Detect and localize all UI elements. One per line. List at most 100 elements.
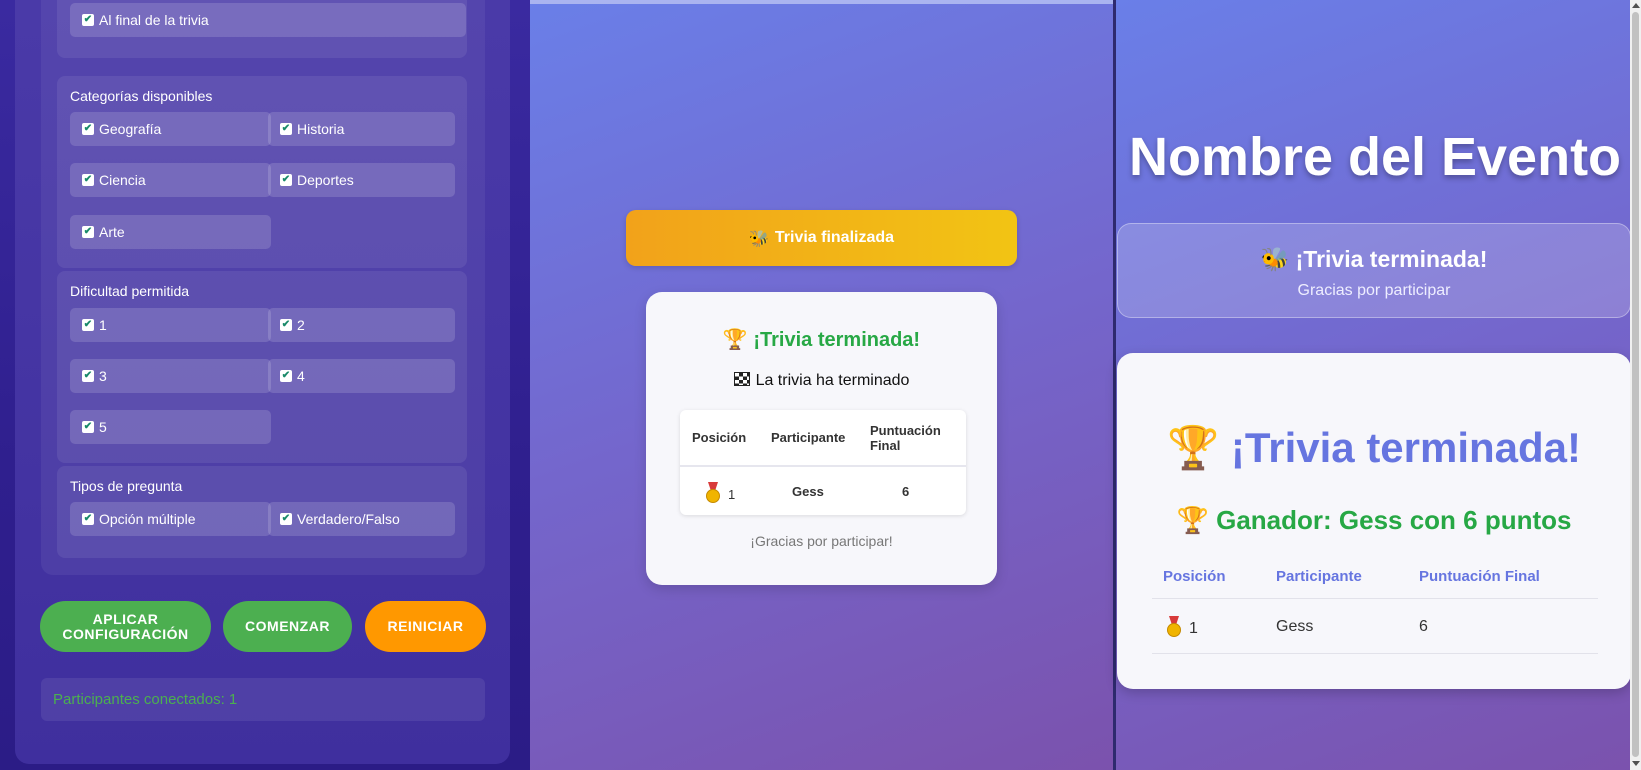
categories-group: Categorías disponibles ✔ Geografía ✔ His…: [57, 76, 467, 268]
banner-title: 🐝 ¡Trivia terminada!: [1118, 246, 1630, 273]
finished-banner-label: Trivia finalizada: [774, 229, 895, 246]
col-header-position: Posición: [692, 430, 747, 445]
apply-config-button[interactable]: APLICAR CONFIGURACIÓN: [40, 601, 211, 652]
checkbox-icon[interactable]: ✔: [82, 319, 94, 331]
admin-panel: ✔ Al final de la trivia Categorías dispo…: [0, 0, 530, 770]
checkbox-icon[interactable]: ✔: [280, 174, 292, 186]
col-header-score: Puntuación Final: [1419, 568, 1540, 585]
checkbox-icon[interactable]: ✔: [82, 421, 94, 433]
trophy-icon: 🏆: [722, 327, 748, 351]
option-label: 2: [297, 317, 305, 333]
connected-participants-status: Participantes conectados: 1: [41, 678, 485, 721]
option-difficulty-3[interactable]: ✔ 3: [70, 359, 271, 393]
winner-line: 🏆 Ganador: Gess con 6 puntos: [1117, 505, 1631, 536]
position-value: 1: [728, 487, 736, 502]
checkbox-icon[interactable]: ✔: [82, 174, 94, 186]
banner-subtitle: Gracias por participar: [1297, 282, 1451, 299]
checkered-flag-icon: [733, 372, 750, 386]
question-types-title: Tipos de pregunta: [70, 478, 183, 494]
medal-icon: [1165, 616, 1183, 638]
option-al-final[interactable]: ✔ Al final de la trivia: [70, 3, 466, 37]
event-name: Nombre del Evento: [1128, 127, 1622, 187]
option-deportes[interactable]: ✔ Deportes: [268, 163, 455, 197]
col-header-participant: Participante: [1276, 568, 1362, 585]
option-difficulty-1[interactable]: ✔ 1: [70, 308, 271, 342]
scroll-down-arrow-icon[interactable]: [1632, 761, 1640, 766]
results-title: 🏆 ¡Trivia terminada!: [646, 327, 997, 352]
scroll-up-arrow-icon[interactable]: [1632, 3, 1640, 8]
option-opcion-multiple[interactable]: ✔ Opción múltiple: [70, 502, 271, 536]
option-verdadero-falso[interactable]: ✔ Verdadero/Falso: [268, 502, 455, 536]
col-header-score-line1: Puntuación: [870, 423, 941, 438]
option-label: Al final de la trivia: [99, 12, 209, 28]
progress-bar: [530, 0, 1113, 4]
option-difficulty-5[interactable]: ✔ 5: [70, 410, 271, 444]
col-header-position: Posición: [1163, 568, 1226, 585]
show-results-group: ✔ Al final de la trivia: [57, 0, 467, 58]
trophy-icon: 🏆: [1166, 423, 1220, 472]
option-ciencia[interactable]: ✔ Ciencia: [70, 163, 271, 197]
final-results-card: 🏆 ¡Trivia terminada! 🏆 Ganador: Gess con…: [1117, 353, 1631, 689]
difficulty-title: Dificultad permitida: [70, 283, 190, 299]
checkbox-icon[interactable]: ✔: [82, 14, 94, 26]
apply-label-line1: APLICAR: [92, 610, 159, 627]
option-label: 5: [99, 419, 107, 435]
option-label: 4: [297, 368, 305, 384]
checkbox-icon[interactable]: ✔: [82, 370, 94, 382]
results-subtitle-text: La trivia ha terminado: [755, 372, 910, 389]
checkbox-icon[interactable]: ✔: [280, 123, 292, 135]
display-view: Nombre del Evento 🐝 ¡Trivia terminada! G…: [1113, 0, 1641, 770]
scrollbar-thumb[interactable]: [1632, 12, 1639, 757]
trivia-finished-banner: 🐝 Trivia finalizada: [626, 210, 1017, 266]
table-row-position: 1: [704, 482, 735, 504]
table-row-participant: Gess: [1276, 618, 1314, 635]
results-table: Posición Participante Puntuación Final 1…: [680, 410, 966, 515]
option-label: 1: [99, 317, 107, 333]
option-difficulty-4[interactable]: ✔ 4: [268, 359, 455, 393]
difficulty-group: Dificultad permitida ✔ 1 ✔ 2 ✔ 3 ✔ 4 ✔ 5: [57, 271, 467, 463]
position-value: 1: [1189, 620, 1198, 637]
reset-button[interactable]: REINICIAR: [365, 601, 486, 652]
option-label: Deportes: [297, 172, 354, 188]
col-header-score: Puntuación Final: [870, 423, 941, 453]
table-row-divider: [1152, 653, 1598, 654]
thanks-message: ¡Gracias por participar!: [750, 533, 893, 549]
trophy-icon: 🏆: [1176, 506, 1209, 536]
checkbox-icon[interactable]: ✔: [82, 513, 94, 525]
window-scrollbar[interactable]: [1630, 0, 1641, 770]
col-header-score-line2: Final: [870, 438, 901, 453]
option-label: Geografía: [99, 121, 162, 137]
banner-title-text: ¡Trivia terminada!: [1295, 246, 1488, 272]
checkbox-icon[interactable]: ✔: [82, 123, 94, 135]
results-card: 🏆 ¡Trivia terminada! La trivia ha termin…: [646, 292, 997, 585]
option-label: Opción múltiple: [99, 511, 196, 527]
option-arte[interactable]: ✔ Arte: [70, 215, 271, 249]
option-label: Verdadero/Falso: [297, 511, 400, 527]
option-geografia[interactable]: ✔ Geografía: [70, 112, 271, 146]
finished-banner: 🐝 ¡Trivia terminada! Gracias por partici…: [1117, 223, 1631, 318]
table-row-position: 1: [1165, 616, 1198, 638]
checkbox-icon[interactable]: ✔: [280, 370, 292, 382]
option-label: Ciencia: [99, 172, 146, 188]
option-difficulty-2[interactable]: ✔ 2: [268, 308, 455, 342]
final-results-title: 🏆 ¡Trivia terminada!: [1117, 423, 1631, 473]
table-row-score: 6: [1419, 618, 1428, 635]
start-button[interactable]: COMENZAR: [223, 601, 352, 652]
table-row-score: 6: [902, 484, 910, 499]
col-header-participant: Participante: [771, 430, 846, 445]
final-results-title-text: ¡Trivia terminada!: [1230, 424, 1582, 471]
checkbox-icon[interactable]: ✔: [280, 319, 292, 331]
participant-view: 🐝 Trivia finalizada 🏆 ¡Trivia terminada!…: [530, 0, 1113, 770]
option-historia[interactable]: ✔ Historia: [268, 112, 455, 146]
checkbox-icon[interactable]: ✔: [82, 226, 94, 238]
bee-icon: 🐝: [748, 228, 769, 248]
medal-icon: [704, 482, 722, 504]
checkbox-icon[interactable]: ✔: [280, 513, 292, 525]
bee-icon: 🐝: [1260, 247, 1290, 273]
apply-label-line2: CONFIGURACIÓN: [62, 625, 189, 642]
categories-title: Categorías disponibles: [70, 88, 213, 104]
option-label: 3: [99, 368, 107, 384]
option-label: Arte: [99, 224, 125, 240]
table-header-divider: [1152, 598, 1598, 599]
results-subtitle: La trivia ha terminado: [646, 372, 997, 390]
